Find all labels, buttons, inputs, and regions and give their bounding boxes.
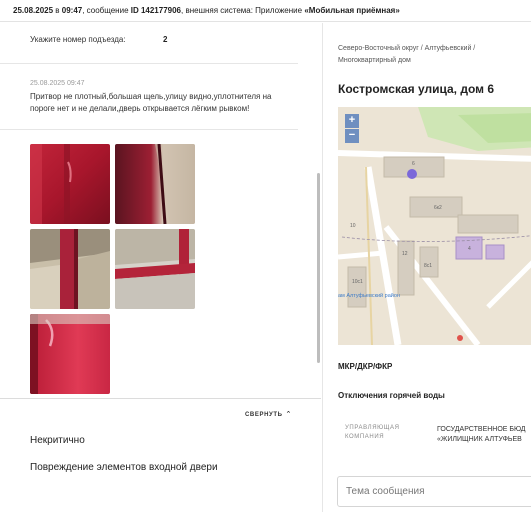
entrance-label: Укажите номер подъезда: xyxy=(30,35,126,44)
photo-3[interactable] xyxy=(30,229,110,309)
system-prefix: , внешняя система: Приложение xyxy=(181,6,305,15)
management-company-line2: «ЖИЛИЩНИК АЛТУФЬЕВ xyxy=(437,436,522,443)
request-time: 09:47 xyxy=(61,6,83,15)
map-label-b8: 8с1 xyxy=(424,263,432,269)
map[interactable]: 6 6к2 10 12 8с1 4 10с1 ам Алтуфьевский р… xyxy=(338,107,531,345)
zoom-out-button[interactable]: − xyxy=(345,129,359,143)
map-label-b10: 10 xyxy=(350,223,356,229)
map-label-b10b: 10с1 xyxy=(352,279,363,285)
chevron-up-icon: ⌃ xyxy=(285,411,292,418)
hot-water-label: Отключения горячей воды xyxy=(338,391,445,400)
zoom-in-button[interactable]: + xyxy=(345,114,359,128)
photo-5[interactable] xyxy=(30,314,110,394)
app-name: «Мобильная приёмная» xyxy=(304,6,400,15)
map-label-b12: 12 xyxy=(402,251,408,257)
priority-value: Некритично xyxy=(30,435,85,446)
scrollbar-thumb[interactable] xyxy=(317,173,320,363)
classification-panel: СВЕРНУТЬ ⌃ Некритично Повреждение элемент… xyxy=(0,398,321,512)
scrollbar[interactable] xyxy=(315,173,321,363)
entrance-value: 2 xyxy=(163,35,168,44)
category-value: Повреждение элементов входной двери xyxy=(30,462,218,473)
management-company-line1: ГОСУДАРСТВЕННОЕ БЮД xyxy=(437,426,526,433)
management-company-value: ГОСУДАРСТВЕННОЕ БЮД «ЖИЛИЩНИК АЛТУФЬЕВ xyxy=(437,425,531,445)
collapse-button[interactable]: СВЕРНУТЬ ⌃ xyxy=(245,410,292,418)
collapse-label: СВЕРНУТЬ xyxy=(245,412,283,418)
map-label-b6: 6 xyxy=(412,161,415,167)
divider xyxy=(0,129,298,130)
management-company-label: УПРАВЛЯЮЩАЯ КОМПАНИЯ xyxy=(345,425,400,440)
time-prefix: в xyxy=(53,6,62,15)
message-prefix: , сообщение xyxy=(82,6,131,15)
address-panel: Северо-Восточный округ / Алтуфьевский / … xyxy=(322,23,531,512)
map-label-district: ам Алтуфьевский район xyxy=(338,292,400,299)
request-header: 25.08.2025 в 09:47, сообщение ID 1421779… xyxy=(0,0,531,22)
request-date: 25.08.2025 xyxy=(13,6,54,15)
photo-4[interactable] xyxy=(115,229,195,309)
photo-2[interactable] xyxy=(115,144,195,224)
divider xyxy=(0,63,298,64)
map-label-b6k2: 6к2 xyxy=(434,205,442,211)
address-title: Костромская улица, дом 6 xyxy=(338,82,495,96)
map-label-b4: 4 xyxy=(468,246,471,252)
breadcrumb[interactable]: Северо-Восточный округ / Алтуфьевский / … xyxy=(338,43,528,67)
comment-date: 25.08.2025 09:47 xyxy=(30,80,85,87)
mkr-label: МКР/ДКР/ФКР xyxy=(338,362,393,371)
comment-text: Притвор не плотный,большая щель,улицу ви… xyxy=(30,92,272,113)
request-id: ID 142177906 xyxy=(130,6,181,15)
message-subject-input[interactable] xyxy=(337,476,531,507)
photo-1[interactable] xyxy=(30,144,110,224)
